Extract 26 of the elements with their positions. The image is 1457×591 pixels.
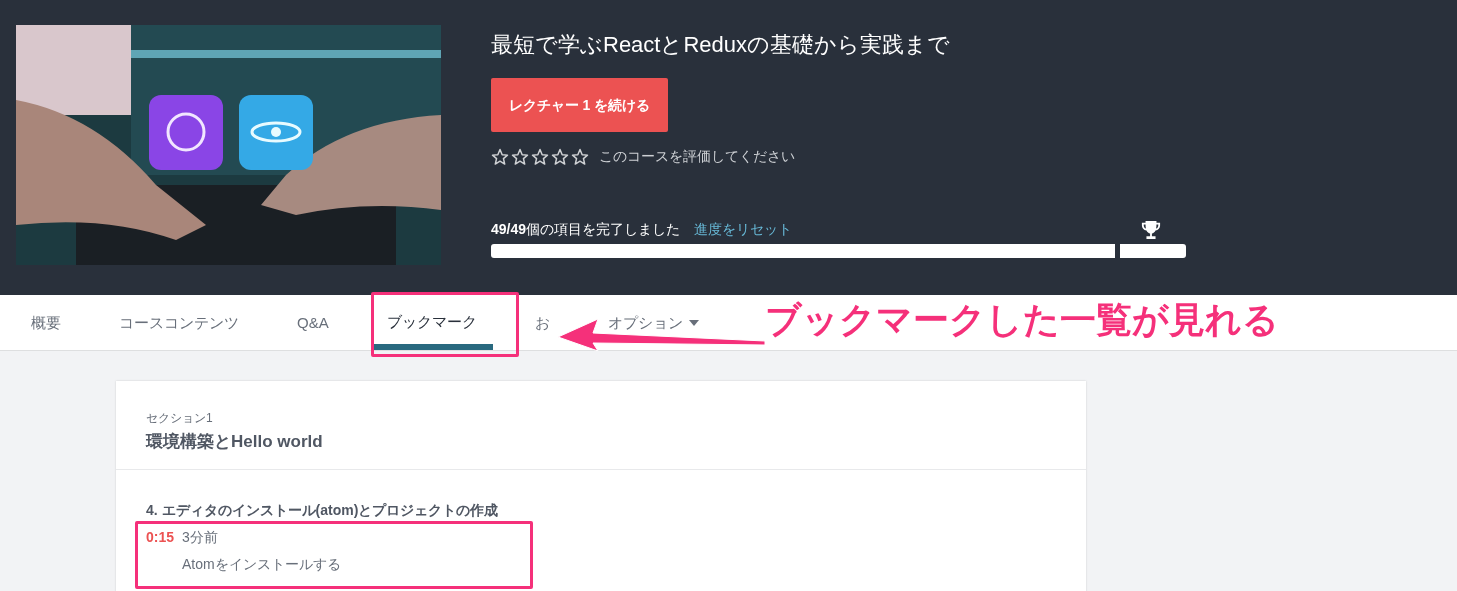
tab[interactable]: 概要 [31, 313, 61, 332]
bookmark-note: Atomをインストールする [182, 554, 341, 574]
star-icon[interactable] [491, 147, 509, 166]
star-icon[interactable] [511, 147, 529, 166]
rating-prompt: このコースを評価してください [599, 147, 795, 166]
tab[interactable]: ブックマーク [370, 295, 493, 350]
star-icon[interactable] [571, 147, 589, 166]
bookmark-time[interactable]: 0:15 [146, 526, 175, 575]
reset-progress-link[interactable]: 進度をリセット [694, 219, 793, 240]
trophy-segment [1120, 244, 1186, 258]
star-icon[interactable] [551, 147, 569, 166]
tab[interactable]: オプション [607, 313, 699, 332]
star-icon[interactable] [531, 147, 549, 166]
section-label: セクション1 [146, 410, 214, 427]
progress-text: 49/49個の項目を完了しました [491, 220, 681, 239]
course-title: 最短で学ぶReactとReduxの基礎から実践まで [491, 31, 952, 59]
continue-button[interactable]: レクチャー 1 を続ける [491, 78, 668, 132]
tab[interactable]: コースコンテンツ [119, 313, 239, 332]
tab[interactable]: Q&A [297, 313, 329, 332]
annotation-text: ブックマークした一覧が見れる [765, 298, 1279, 342]
trophy-icon [1140, 220, 1162, 240]
lecture-title: 4. エディタのインストール(atom)とプロジェクトの作成 [146, 500, 500, 520]
bookmark-age: 3分前 [182, 527, 219, 547]
section-title: 環境構築とHello world [146, 431, 324, 453]
tab[interactable]: お [534, 313, 550, 332]
star-rating[interactable] [491, 147, 589, 166]
